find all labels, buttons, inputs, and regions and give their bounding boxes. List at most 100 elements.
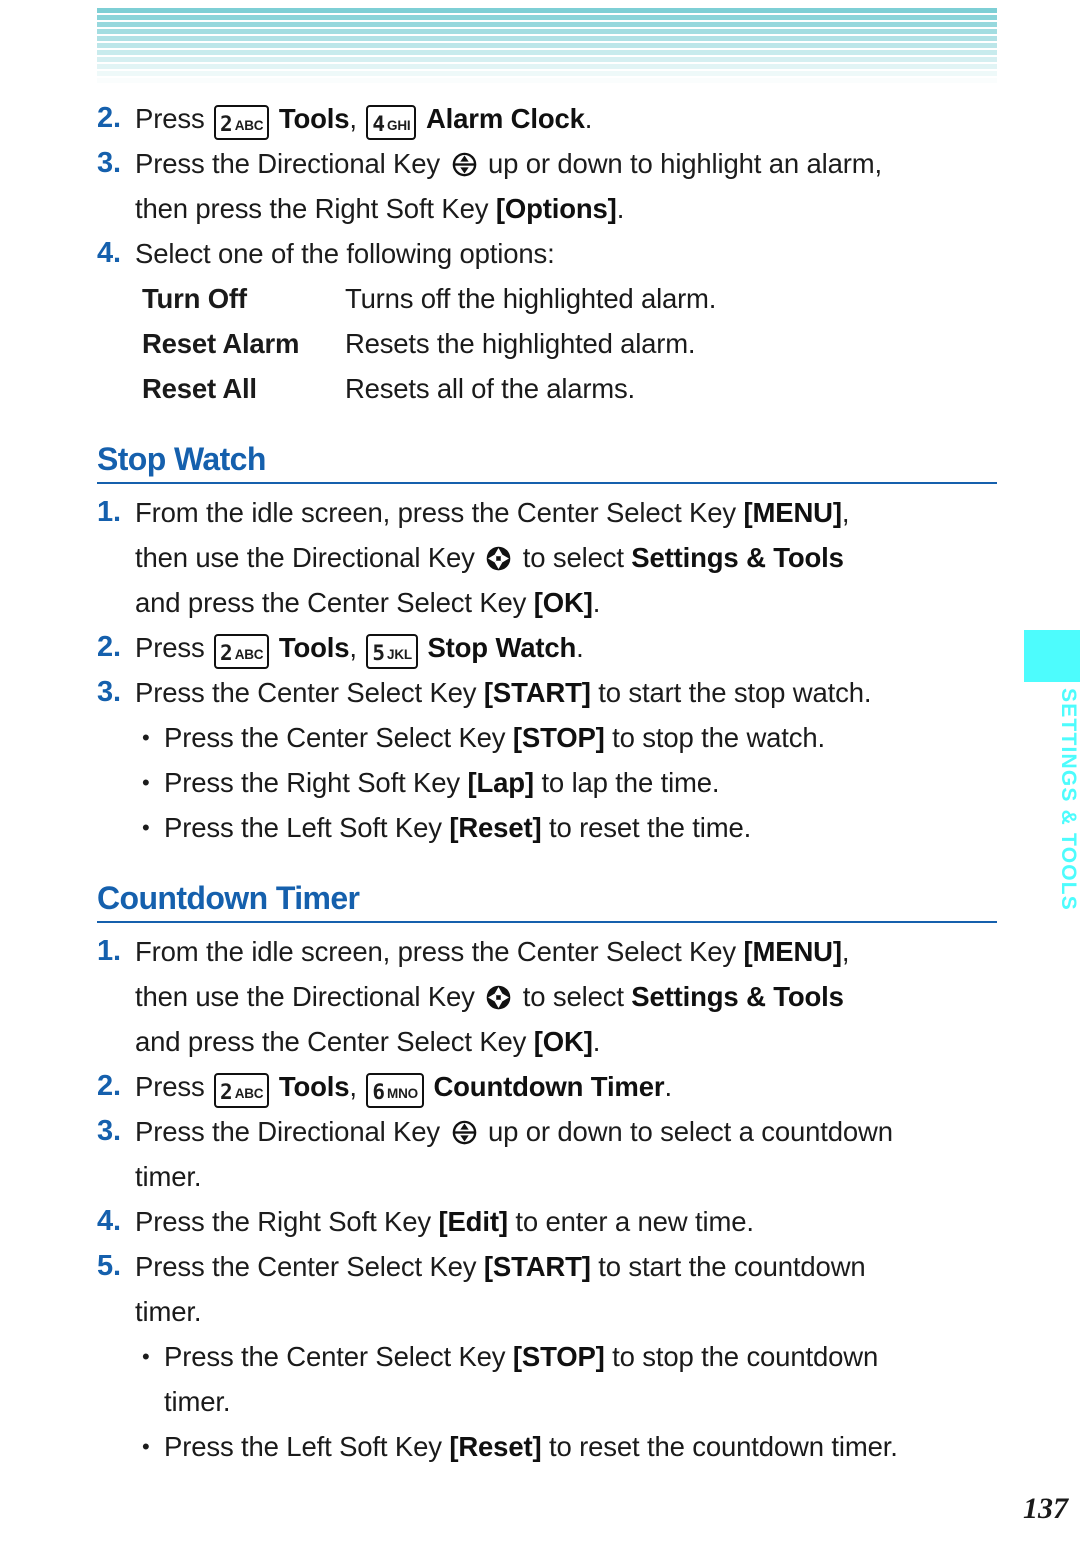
direction-key-updown-icon	[451, 1119, 478, 1146]
keycap-2abc-icon: 2 ABC	[214, 1073, 270, 1108]
page-number: 137	[1023, 1492, 1068, 1525]
keycap-digit: 5	[372, 641, 386, 665]
step-text-post: up or down to highlight an alarm,	[480, 148, 883, 179]
cont-text-mid: to select	[515, 981, 632, 1012]
step-countdown-4: 4. Press the Right Soft Key [Edit] to en…	[97, 1199, 1002, 1244]
step-bold-tools: Tools	[278, 103, 350, 134]
step-text: Press the Center Select Key [START] to s…	[135, 1244, 1002, 1289]
option-definition: Turns off the highlighted alarm.	[345, 283, 717, 314]
bullet-text-pre: Press the Center Select Key	[164, 722, 513, 753]
step-number: 1.	[97, 496, 121, 528]
bullet-text-pre: Press the Left Soft Key	[164, 812, 450, 843]
cont-bold-ok: [OK]	[533, 587, 593, 618]
step-stopwatch-3: 3. Press the Center Select Key [START] t…	[97, 670, 1002, 715]
step-number: 4.	[97, 237, 121, 269]
keycap-digit: 6	[372, 1080, 386, 1104]
option-row-reset-alarm: Reset Alarm Resets the highlighted alarm…	[142, 321, 1002, 366]
bullet-text-post: to reset the time.	[541, 812, 752, 843]
keycap-5jkl-icon: 5 JKL	[366, 634, 418, 669]
bullet-text: Press the Left Soft Key [Reset] to reset…	[164, 805, 1002, 850]
cont-text-pre: then press the Right Soft Key	[135, 193, 496, 224]
bullet-marker: •	[142, 725, 150, 750]
step-text-pre: Press the Directional Key	[135, 148, 448, 179]
section-heading-stop-watch: Stop Watch	[97, 441, 997, 484]
step-countdown-1-line3: and press the Center Select Key [OK].	[135, 1019, 1002, 1064]
side-thumb-tab: SETTINGS & TOOLS	[1024, 630, 1080, 930]
keycap-digit: 4	[372, 112, 386, 136]
bullet-stopwatch-lap: • Press the Right Soft Key [Lap] to lap …	[142, 760, 1002, 805]
option-term: Reset Alarm	[142, 328, 300, 359]
keycap-letters: MNO	[387, 1086, 418, 1101]
step-number: 4.	[97, 1205, 121, 1237]
bullet-bold-reset: [Reset]	[449, 812, 542, 843]
step-bold-countdown-timer: Countdown Timer	[433, 1071, 665, 1102]
keycap-4ghi-icon: 4 GHI	[366, 105, 417, 140]
step-alarm-3: 3. Press the Directional Key up or down …	[97, 141, 1002, 186]
step-text: Press 2 ABC Tools, 4 GHI Alarm Clock.	[135, 96, 1002, 141]
step-text-post: ,	[841, 497, 850, 528]
page-content: 2. Press 2 ABC Tools, 4 GHI Alarm Clock. 3…	[97, 96, 1002, 1469]
option-row-reset-all: Reset All Resets all of the alarms.	[142, 366, 1002, 411]
step-alarm-2: 2. Press 2 ABC Tools, 4 GHI Alarm Clock.	[97, 96, 1002, 141]
step-text: Press 2 ABC Tools, 5 JKL Stop Watch.	[135, 625, 1002, 670]
header-stripe	[97, 71, 997, 76]
step-number: 5.	[97, 1250, 121, 1282]
cont-bold-settings-tools: Settings & Tools	[631, 981, 844, 1012]
keycap-letters: GHI	[387, 118, 411, 133]
header-stripe	[97, 78, 997, 83]
step-text-pre: Press	[135, 632, 213, 663]
cont-text-pre: and press the Center Select Key	[135, 587, 534, 618]
direction-key-4way-icon	[485, 984, 512, 1011]
keycap-digit: 2	[220, 641, 233, 665]
step-text-pre: Press the Directional Key	[135, 1116, 448, 1147]
cont-text-post: .	[616, 193, 625, 224]
header-stripe	[97, 8, 997, 13]
header-stripe	[97, 43, 997, 48]
decorative-stripe-header	[97, 8, 997, 86]
cont-text-post: .	[592, 587, 601, 618]
step-bold-menu: [MENU]	[743, 936, 842, 967]
step-text-pre: From the idle screen, press the Center S…	[135, 497, 744, 528]
step-text: Press the Directional Key up or down to …	[135, 1109, 1002, 1154]
keycap-letters: ABC	[234, 647, 264, 662]
header-stripe	[97, 36, 997, 41]
step-text-post: to start the stop watch.	[590, 677, 872, 708]
header-stripe	[97, 15, 997, 20]
side-tab-label: SETTINGS & TOOLS	[1057, 688, 1080, 911]
keycap-letters: ABC	[234, 1086, 264, 1101]
keycap-digit: 2	[220, 1080, 233, 1104]
step-alarm-4: 4. Select one of the following options:	[97, 231, 1002, 276]
step-text-post: to start the countdown	[590, 1251, 866, 1282]
step-stopwatch-1-line2: then use the Directional Key to select S…	[135, 535, 1002, 580]
step-alarm-3-continuation: then press the Right Soft Key [Options].	[135, 186, 1002, 231]
step-number: 2.	[97, 102, 121, 134]
bullet-bold-reset: [Reset]	[449, 1431, 542, 1462]
side-tab-color-block	[1024, 630, 1080, 682]
bullet-text-post: to reset the countdown timer.	[541, 1431, 898, 1462]
cont-text-mid: to select	[515, 542, 632, 573]
header-stripe	[97, 50, 997, 55]
bullet-bold-lap: [Lap]	[467, 767, 534, 798]
bullet-text-pre: Press the Left Soft Key	[164, 1431, 450, 1462]
bullet-marker: •	[142, 770, 150, 795]
step-text-pre: Press the Center Select Key	[135, 677, 484, 708]
step-text-post: ,	[841, 936, 850, 967]
step-number: 1.	[97, 935, 121, 967]
step-text: Press 2 ABC Tools, 6 MNO Countdown Timer.	[135, 1064, 1002, 1109]
option-term: Reset All	[142, 373, 257, 404]
step-bold-start: [START]	[483, 1251, 591, 1282]
step-text: Select one of the following options:	[135, 238, 555, 269]
step-number: 3.	[97, 147, 121, 179]
step-countdown-5-continuation: timer.	[135, 1296, 202, 1327]
bullet-marker: •	[142, 815, 150, 840]
step-countdown-3-continuation: timer.	[135, 1161, 202, 1192]
direction-key-4way-icon	[485, 545, 512, 572]
keycap-2abc-icon: 2 ABC	[214, 634, 270, 669]
step-bold-start: [START]	[483, 677, 591, 708]
step-stopwatch-1: 1. From the idle screen, press the Cente…	[97, 490, 1002, 535]
step-bold-stop-watch: Stop Watch	[427, 632, 577, 663]
step-text: Press the Right Soft Key [Edit] to enter…	[135, 1199, 1002, 1244]
cont-bold-options: [Options]	[495, 193, 617, 224]
bullet-bold-stop: [STOP]	[512, 722, 605, 753]
option-term: Turn Off	[142, 283, 247, 314]
